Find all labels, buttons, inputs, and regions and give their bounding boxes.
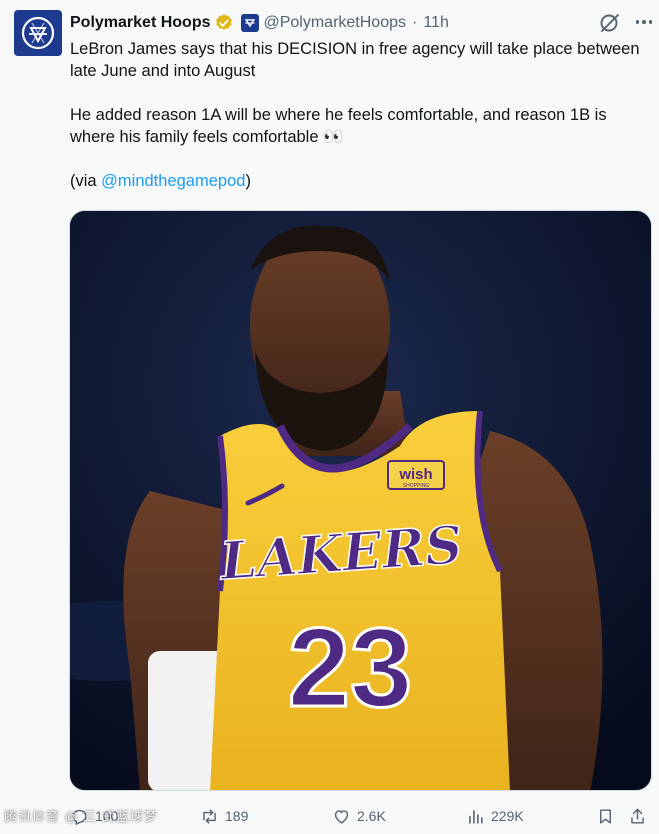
more-icon[interactable] — [632, 10, 656, 34]
views-icon — [469, 809, 483, 824]
like-button[interactable]: 2.6K — [332, 803, 386, 829]
reply-count: 100 — [95, 808, 119, 824]
bookmark-icon — [600, 808, 611, 824]
via-suffix: ) — [245, 172, 251, 190]
share-button[interactable] — [628, 803, 647, 829]
tweet-card[interactable]: Polymarket Hoops @PolymarketHoops · 11h … — [0, 0, 659, 834]
grok-icon[interactable] — [598, 11, 622, 35]
tweet-actions: 100 189 2.6K 229K — [70, 803, 650, 829]
reply-button[interactable]: 100 — [70, 803, 118, 829]
repost-count: 189 — [225, 808, 249, 824]
like-icon — [334, 809, 349, 824]
sponsor-patch: wish — [398, 466, 432, 483]
via-prefix: (via — [70, 172, 102, 190]
like-count: 2.6K — [357, 808, 386, 824]
affiliate-badge-icon[interactable] — [241, 14, 260, 32]
tweet-paragraph-2: He added reason 1A will be where he feel… — [70, 106, 607, 146]
tweet-text: LeBron James says that his DECISION in f… — [70, 38, 645, 192]
polymarket-logo-icon — [21, 16, 55, 50]
sponsor-sub: SHOPPING — [403, 483, 430, 489]
author-name[interactable]: Polymarket Hoops — [70, 14, 210, 32]
separator-dot: · — [412, 14, 418, 31]
repost-icon — [203, 808, 216, 824]
views-button[interactable]: 229K — [466, 803, 524, 829]
timestamp[interactable]: 11h — [423, 14, 449, 32]
tweet-header: Polymarket Hoops @PolymarketHoops · 11h — [70, 12, 449, 34]
jersey-number: 23 — [288, 605, 413, 730]
mention-link[interactable]: @mindthegamepod — [101, 172, 245, 190]
avatar[interactable] — [14, 10, 62, 56]
bookmark-button[interactable] — [596, 803, 615, 829]
reply-icon — [72, 809, 87, 825]
tweet-photo[interactable]: wish SHOPPING LAKERS 23 — [69, 210, 652, 791]
tweet-paragraph-1: LeBron James says that his DECISION in f… — [70, 40, 640, 80]
verified-badge-icon[interactable] — [214, 13, 234, 33]
author-handle[interactable]: @PolymarketHoops — [263, 14, 406, 32]
tweet-via-line: (via @mindthegamepod) — [70, 170, 645, 192]
view-count: 229K — [491, 808, 524, 824]
share-icon — [631, 808, 644, 824]
repost-button[interactable]: 189 — [200, 803, 248, 829]
